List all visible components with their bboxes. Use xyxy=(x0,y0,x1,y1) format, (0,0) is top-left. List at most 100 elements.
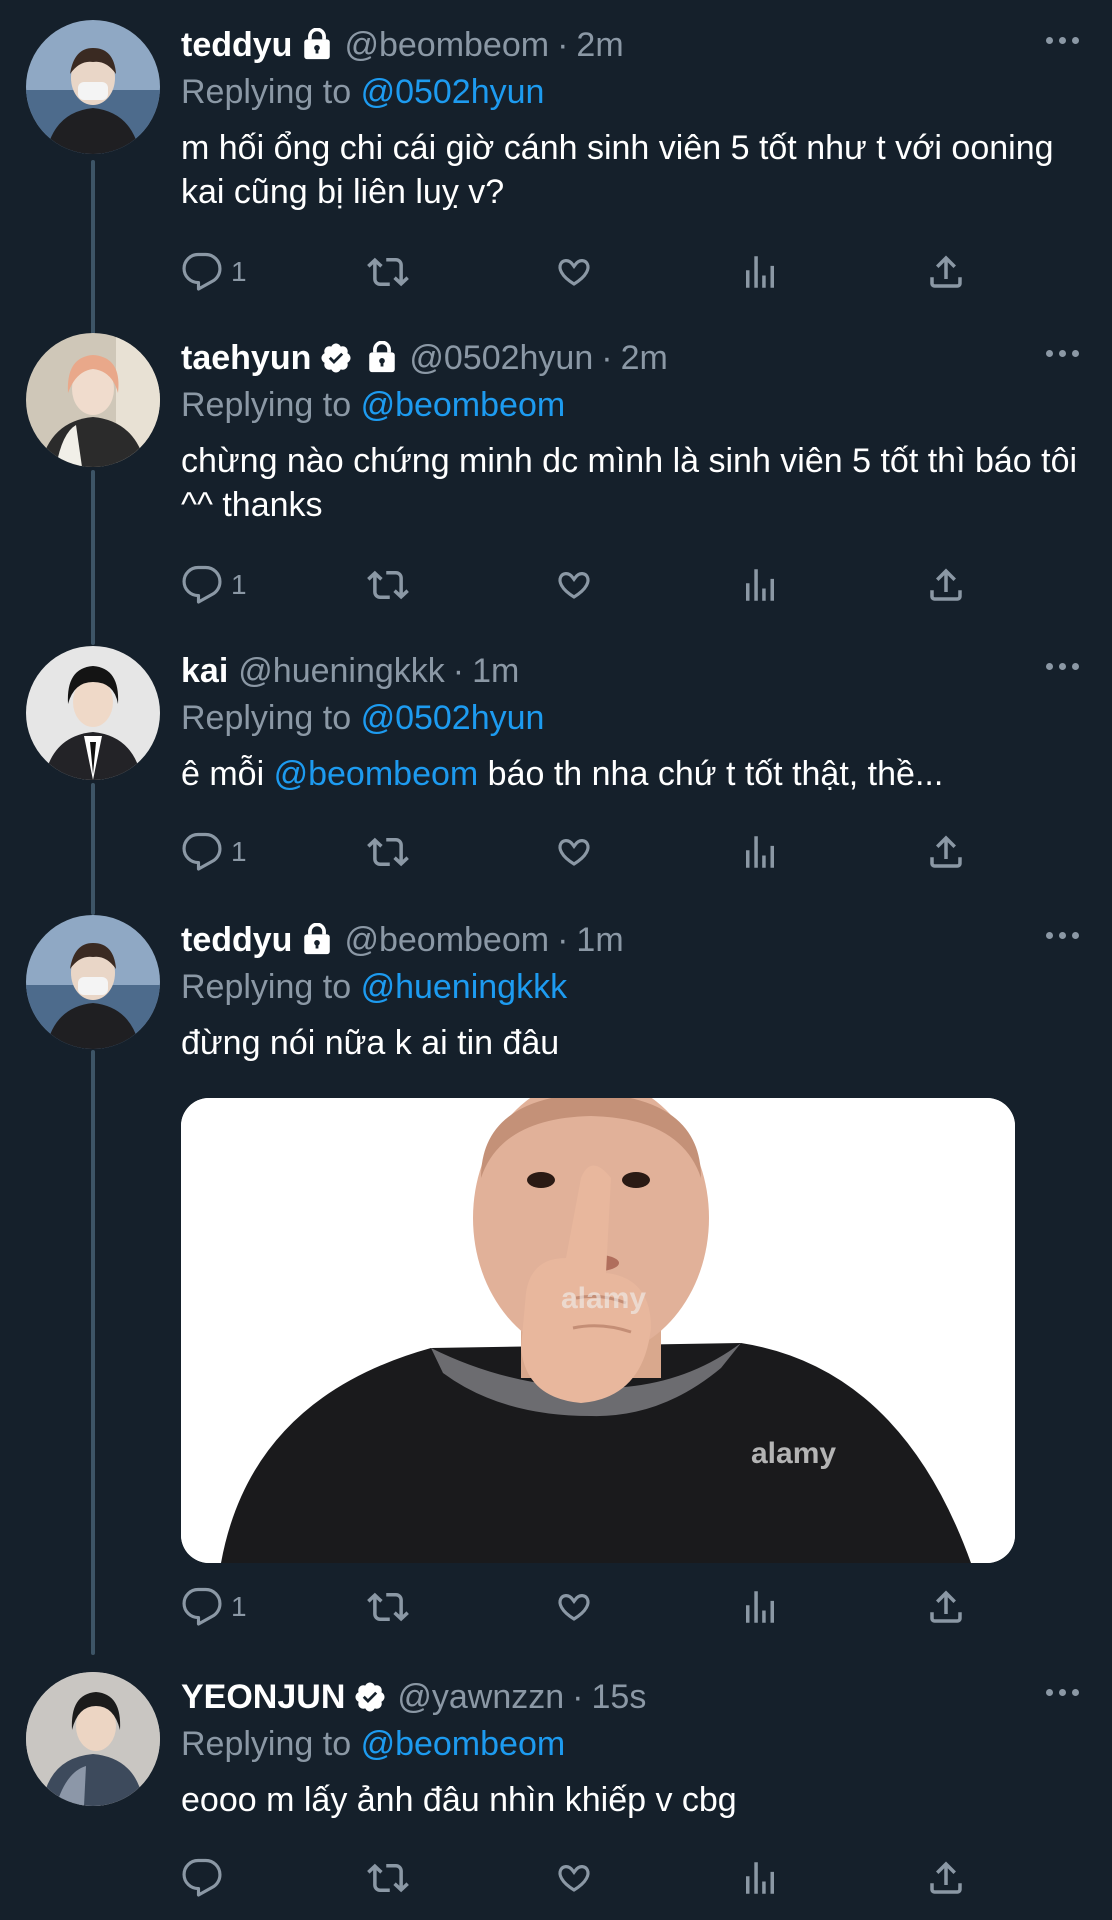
avatar[interactable] xyxy=(26,915,160,1049)
share-icon xyxy=(925,564,967,606)
replying-to-label: Replying to xyxy=(181,73,352,111)
like-icon xyxy=(553,1586,595,1628)
reply-count: 1 xyxy=(231,256,247,287)
retweet-button[interactable] xyxy=(367,1848,409,1908)
like-button[interactable] xyxy=(553,555,595,615)
views-button[interactable] xyxy=(739,1848,781,1908)
replying-to: Replying to @hueningkkk xyxy=(181,965,1082,1009)
reply-icon xyxy=(181,1857,223,1899)
timestamp[interactable]: 1m xyxy=(576,921,623,960)
more-icon[interactable] xyxy=(1042,656,1082,676)
separator-dot: · xyxy=(557,25,569,64)
tweet-media-image[interactable]: alamy alamy xyxy=(181,1098,1015,1563)
share-button[interactable] xyxy=(925,242,967,302)
views-button[interactable] xyxy=(739,1577,781,1637)
share-button[interactable] xyxy=(925,1577,967,1637)
retweet-button[interactable] xyxy=(367,1577,409,1637)
views-button[interactable] xyxy=(739,242,781,302)
views-button[interactable] xyxy=(739,555,781,615)
reply-button[interactable] xyxy=(181,1848,231,1908)
separator-dot: · xyxy=(452,651,465,690)
more-icon[interactable] xyxy=(1042,1682,1082,1702)
like-button[interactable] xyxy=(553,242,595,302)
timestamp[interactable]: 2m xyxy=(576,26,623,65)
timestamp[interactable]: 1m xyxy=(472,652,519,691)
mention-link[interactable]: @0502hyun xyxy=(361,699,545,737)
avatar[interactable] xyxy=(26,333,160,467)
share-icon xyxy=(925,831,967,873)
mention-link[interactable]: @beombeom xyxy=(361,1725,566,1763)
mention-link[interactable]: @0502hyun xyxy=(361,73,545,111)
display-name[interactable]: kai xyxy=(181,652,228,691)
mention-link[interactable]: @hueningkkk xyxy=(361,968,568,1006)
tweet-text: chừng nào chứng minh dc mình là sinh viê… xyxy=(181,442,1078,524)
display-name[interactable]: YEONJUN xyxy=(181,1678,345,1717)
retweet-button[interactable] xyxy=(367,555,409,615)
reply-count: 1 xyxy=(231,836,247,867)
retweet-icon xyxy=(367,1857,409,1899)
replying-to-label: Replying to xyxy=(181,386,352,424)
watermark-text: alamy xyxy=(751,1437,836,1470)
user-handle[interactable]: @0502hyun xyxy=(409,339,593,378)
tweet-text-prefix: ê mỗi xyxy=(181,755,265,793)
reply-count: 1 xyxy=(231,569,247,600)
separator-dot: · xyxy=(601,338,613,377)
share-button[interactable] xyxy=(925,822,967,882)
display-name[interactable]: taehyun xyxy=(181,339,311,378)
retweet-icon xyxy=(367,251,409,293)
share-icon xyxy=(925,251,967,293)
more-icon[interactable] xyxy=(1042,30,1082,50)
reply-icon xyxy=(181,1586,223,1628)
tweet-text: đừng nói nữa k ai tin đâu xyxy=(181,1024,560,1062)
share-button[interactable] xyxy=(925,555,967,615)
timestamp[interactable]: 15s xyxy=(592,1678,647,1717)
like-icon xyxy=(553,1857,595,1899)
reply-button[interactable]: 1 xyxy=(181,242,247,302)
views-icon xyxy=(739,831,781,873)
share-icon xyxy=(925,1857,967,1899)
user-handle[interactable]: @hueningkkk xyxy=(238,652,445,691)
replying-to: Replying to @0502hyun xyxy=(181,70,1082,114)
lock-icon xyxy=(300,28,334,62)
like-button[interactable] xyxy=(553,1577,595,1637)
reply-icon xyxy=(181,564,223,606)
avatar[interactable] xyxy=(26,646,160,780)
replying-to-label: Replying to xyxy=(181,1725,352,1763)
replying-to: Replying to @beombeom xyxy=(181,1722,1082,1766)
replying-to: Replying to @beombeom xyxy=(181,383,1082,427)
reply-button[interactable]: 1 xyxy=(181,1577,247,1637)
lock-icon xyxy=(365,341,399,375)
more-icon[interactable] xyxy=(1042,343,1082,363)
views-icon xyxy=(739,1586,781,1628)
reply-button[interactable]: 1 xyxy=(181,822,247,882)
display-name[interactable]: teddyu xyxy=(181,921,292,960)
avatar[interactable] xyxy=(26,20,160,154)
retweet-button[interactable] xyxy=(367,242,409,302)
user-handle[interactable]: @beombeom xyxy=(344,921,549,960)
views-button[interactable] xyxy=(739,822,781,882)
share-button[interactable] xyxy=(925,1848,967,1908)
tweet-text: m hối ổng chi cái giờ cánh sinh viên 5 t… xyxy=(181,129,1054,211)
share-icon xyxy=(925,1586,967,1628)
views-icon xyxy=(739,251,781,293)
lock-icon xyxy=(300,923,334,957)
timestamp[interactable]: 2m xyxy=(621,339,668,378)
thread-line xyxy=(91,470,95,645)
avatar[interactable] xyxy=(26,1672,160,1806)
replying-to: Replying to @0502hyun xyxy=(181,696,1082,740)
mention-link[interactable]: @beombeom xyxy=(361,386,566,424)
user-handle[interactable]: @yawnzzn xyxy=(397,1678,564,1717)
more-icon[interactable] xyxy=(1042,925,1082,945)
retweet-button[interactable] xyxy=(367,822,409,882)
like-icon xyxy=(553,831,595,873)
mention-link[interactable]: @beombeom xyxy=(274,755,479,793)
tweet-text-suffix: báo th nha chứ t tốt thật, thề... xyxy=(487,755,944,793)
like-button[interactable] xyxy=(553,1848,595,1908)
reply-button[interactable]: 1 xyxy=(181,555,247,615)
user-handle[interactable]: @beombeom xyxy=(344,26,549,65)
display-name[interactable]: teddyu xyxy=(181,26,292,65)
like-button[interactable] xyxy=(553,822,595,882)
tweet-text: eooo m lấy ảnh đâu nhìn khiếp v cbg xyxy=(181,1781,737,1819)
views-icon xyxy=(739,564,781,606)
thread-line xyxy=(91,783,95,915)
